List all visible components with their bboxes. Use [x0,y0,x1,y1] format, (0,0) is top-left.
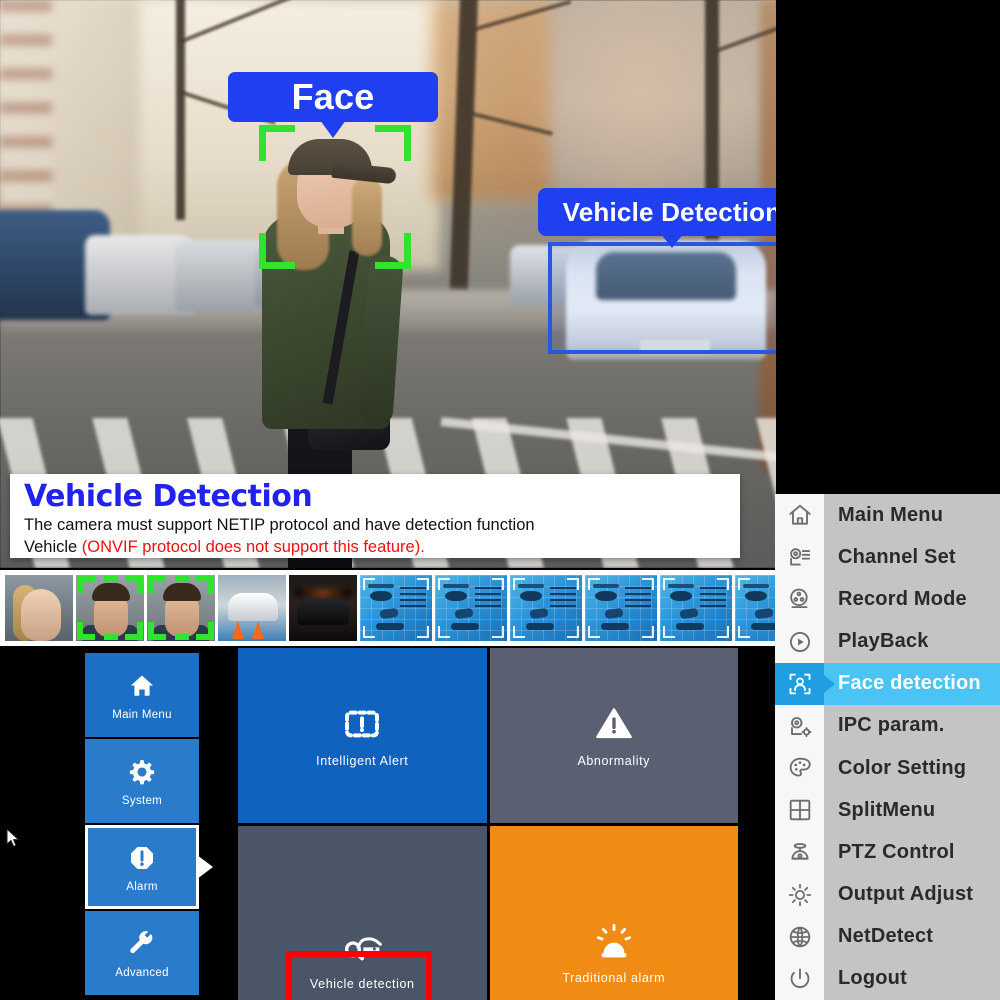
thumb-car-dark[interactable] [289,575,357,641]
face-label-text: Face [291,76,375,117]
sidebar-item-logout[interactable]: Logout [775,957,1000,1000]
thumb-face-man-2[interactable] [147,575,215,641]
camera-gear-icon [775,704,824,748]
sidebar-item-label: Logout [838,967,907,990]
tile-vehicle-detection[interactable]: Vehicle detection [238,825,487,1000]
vehicle-detection-box [548,242,776,354]
grid-icon [775,789,824,832]
info-line2-prefix: Vehicle [24,538,82,556]
badge-pointer [320,120,346,138]
gear-icon [125,756,159,788]
globe-icon [775,915,824,958]
left-menu-item-advanced[interactable]: Advanced [85,911,199,995]
play-circle-icon [775,620,824,663]
thumb-biometric-3[interactable] [510,575,582,641]
left-menu-item-label: Alarm [126,880,158,893]
dashed-alert-icon [339,703,385,745]
vehicle-label-text: Vehicle Detection [562,196,776,227]
sidebar-item-label: Channel Set [838,545,956,568]
tree-trunk-left [176,0,185,220]
left-menu-item-label: Advanced [115,966,169,979]
active-caret-icon [824,674,835,693]
sidebar-item-splitmenu[interactable]: SplitMenu [775,789,1000,832]
home-icon [125,670,159,702]
corner-top-right [375,125,411,161]
info-callout-title: Vehicle Detection [24,479,313,514]
corner-bottom-right [375,233,411,269]
thumb-biometric-4[interactable] [585,575,657,641]
screen-root: Face Vehicle Detection Vehicle Detection… [0,0,1000,1000]
warning-triangle-icon [591,703,637,745]
sidebar-item-ptz-control[interactable]: PTZ Control [775,831,1000,874]
sidebar-item-label: PlayBack [838,630,929,653]
palette-icon [775,747,824,790]
info-line2-warning: (ONVIF protocol does not support this fe… [81,538,425,556]
selection-arrow-icon [197,855,213,879]
camera-list-icon [775,536,824,579]
sidebar-item-label: Color Setting [838,756,967,779]
tile-intelligent-alert[interactable]: Intelligent Alert [238,648,487,823]
tile-label: Traditional alarm [562,971,666,986]
info-callout-line-2: Vehicle (ONVIF protocol does not support… [24,536,726,558]
left-menu-item-system[interactable]: System [85,739,199,823]
badge-pointer [661,234,683,248]
sidebar-item-face-detection[interactable]: Face detection [775,662,1000,705]
tile-traditional-alarm[interactable]: Traditional alarm [489,825,738,1000]
mouse-cursor [6,828,20,848]
corner-bottom-left [259,233,295,269]
face-detect-icon [775,662,824,705]
alarm-options-grid[interactable]: Intelligent Alert Abnormality Vehicle dete… [238,648,738,1000]
thumb-biometric-5[interactable] [660,575,732,641]
siren-icon [591,920,637,962]
thumb-biometric-2[interactable] [435,575,507,641]
left-menu-item-main-menu[interactable]: Main Menu [85,653,199,737]
thumb-face-woman[interactable] [5,575,73,641]
left-menu-item-label: Main Menu [112,708,172,721]
sidebar-item-main-menu[interactable]: Main Menu [775,494,1000,537]
sidebar-item-netdetect[interactable]: NetDetect [775,915,1000,958]
sidebar-item-ipc-param[interactable]: IPC param. [775,704,1000,748]
left-menu-item-alarm[interactable]: Alarm [85,825,213,909]
tile-label: Abnormality [577,753,651,768]
wrench-icon [125,928,159,960]
film-reel-icon [775,578,824,621]
main-shortcut-sidebar[interactable]: Main Menu Channel Set Record Mode PlayBack F… [775,494,1000,1000]
sidebar-item-label: Main Menu [838,503,944,526]
sidebar-item-playback[interactable]: PlayBack [775,620,1000,663]
thumb-biometric-1[interactable] [360,575,432,641]
sidebar-item-label: PTZ Control [838,840,955,863]
alarm-menu-column[interactable]: Main Menu System Alarm Advanced [85,653,213,997]
selection-highlight-box [286,950,432,1000]
thumb-face-man-1[interactable] [76,575,144,641]
tile-label: Intelligent Alert [316,753,409,768]
sidebar-item-label: Record Mode [838,587,967,610]
info-callout: Vehicle Detection The camera must suppor… [10,474,740,558]
home-icon [775,494,824,537]
face-detection-box [259,125,411,269]
alert-octagon-icon [125,842,159,874]
power-icon [775,957,824,1000]
vehicle-label-badge: Vehicle Detection [538,188,776,248]
dome-camera-icon [775,831,824,874]
sidebar-item-channel-set[interactable]: Channel Set [775,536,1000,579]
detection-thumbnail-strip[interactable] [0,570,807,646]
corner-top-left [259,125,295,161]
left-menu-item-label: System [121,794,163,807]
sidebar-item-label: Face detection [838,672,981,695]
sidebar-item-output-adjust[interactable]: Output Adjust [775,873,1000,916]
thumb-car-white[interactable] [218,575,286,641]
sidebar-item-label: NetDetect [838,925,934,948]
tile-abnormality[interactable]: Abnormality [489,648,738,823]
live-video-preview[interactable]: Face Vehicle Detection Vehicle Detection… [0,0,776,568]
sidebar-item-color-setting[interactable]: Color Setting [775,747,1000,790]
sun-icon [775,873,824,916]
sidebar-item-label: SplitMenu [838,798,936,821]
sidebar-item-record-mode[interactable]: Record Mode [775,578,1000,621]
face-label-badge: Face [228,72,438,138]
sidebar-item-label: IPC param. [838,714,945,737]
info-callout-line-1: The camera must support NETIP protocol a… [24,516,535,534]
sidebar-item-label: Output Adjust [838,883,974,906]
building-orange-accent [430,0,550,200]
